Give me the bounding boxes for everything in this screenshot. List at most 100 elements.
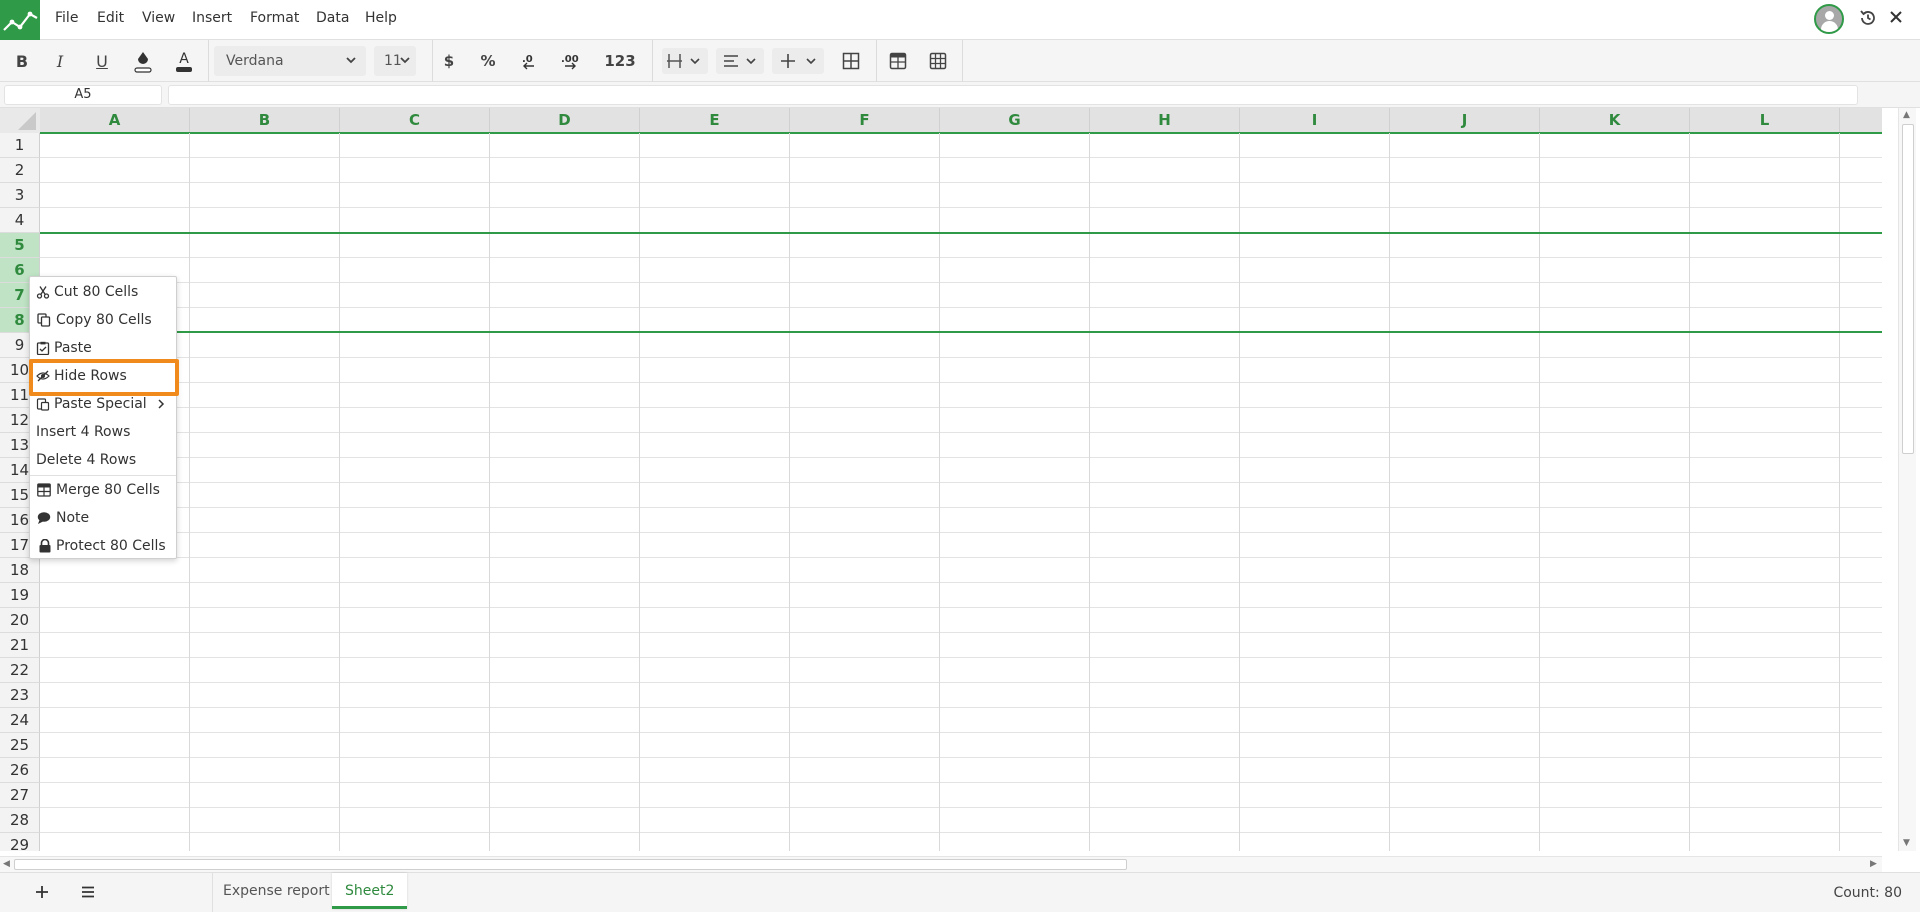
select-all-corner[interactable]: [0, 108, 40, 133]
row-header[interactable]: 3: [0, 183, 40, 208]
vertical-scroll-thumb[interactable]: [1902, 124, 1914, 454]
menu-insert[interactable]: Insert: [192, 10, 232, 26]
menu-divider: [30, 475, 176, 476]
chevron-down-icon: [400, 57, 410, 64]
paste-special-icon: [36, 398, 50, 411]
svg-text:.0: .0: [522, 54, 533, 65]
corner-triangle-icon: [18, 112, 36, 130]
menu-item-copy[interactable]: Copy 80 Cells: [30, 307, 176, 333]
column-header[interactable]: B: [190, 108, 340, 133]
row-header[interactable]: 23: [0, 683, 40, 708]
menu-item-note[interactable]: Note: [30, 505, 176, 531]
font-family-select[interactable]: Verdana: [214, 46, 366, 76]
menu-item-merge-cells[interactable]: Merge 80 Cells: [30, 477, 176, 503]
column-header[interactable]: K: [1540, 108, 1690, 133]
row-header[interactable]: 1: [0, 133, 40, 158]
column-header[interactable]: H: [1090, 108, 1240, 133]
app-logo: [0, 0, 40, 40]
font-family-value: Verdana: [226, 53, 284, 69]
row-header[interactable]: 2: [0, 158, 40, 183]
scroll-up-icon[interactable]: ▲: [1903, 110, 1910, 120]
menu-item-insert-rows[interactable]: Insert 4 Rows: [30, 419, 176, 445]
avatar[interactable]: [1814, 4, 1844, 34]
column-header[interactable]: [1840, 108, 1882, 133]
add-sheet-button[interactable]: [32, 879, 52, 905]
column-header[interactable]: L: [1690, 108, 1840, 133]
column-header[interactable]: C: [340, 108, 490, 133]
history-icon[interactable]: [1858, 8, 1878, 28]
menu-item-delete-rows[interactable]: Delete 4 Rows: [30, 447, 176, 473]
menu-help[interactable]: Help: [365, 10, 397, 26]
menu-file[interactable]: File: [55, 10, 78, 26]
row-header[interactable]: 29: [0, 833, 40, 851]
horizontal-scrollbar[interactable]: ◀ ▶: [0, 856, 1882, 872]
sheet-list-button[interactable]: [78, 879, 98, 905]
fill-color-button[interactable]: [132, 48, 154, 74]
row-header[interactable]: 4: [0, 208, 40, 233]
insert-table-button[interactable]: [887, 48, 909, 74]
percent-format-button[interactable]: %: [478, 48, 498, 74]
sheet-bar: Expense report Sheet2 Count: 80: [0, 872, 1920, 912]
borders-icon: [667, 54, 700, 68]
menu-view[interactable]: View: [142, 10, 175, 26]
column-header[interactable]: A: [40, 108, 190, 133]
sheet-tab-expense-report[interactable]: Expense report: [210, 873, 343, 909]
font-size-select[interactable]: 11: [374, 46, 416, 76]
close-icon[interactable]: [1888, 9, 1904, 25]
selection-count: Count: 80: [1833, 885, 1902, 901]
row-header[interactable]: 26: [0, 758, 40, 783]
decrease-decimal-button[interactable]: .0: [518, 48, 540, 74]
column-header[interactable]: F: [790, 108, 940, 133]
row-header[interactable]: 27: [0, 783, 40, 808]
row-header[interactable]: 24: [0, 708, 40, 733]
underline-button[interactable]: U: [92, 48, 112, 74]
menu-item-paste[interactable]: Paste: [30, 335, 176, 361]
row-header[interactable]: 25: [0, 733, 40, 758]
column-header[interactable]: J: [1390, 108, 1540, 133]
menu-format[interactable]: Format: [250, 10, 299, 26]
bold-button[interactable]: B: [12, 48, 32, 74]
vertical-align-dropdown[interactable]: [772, 48, 824, 74]
menu-item-paste-special[interactable]: Paste Special: [30, 391, 176, 417]
number-format-button[interactable]: 123: [600, 48, 640, 74]
row-header[interactable]: 28: [0, 808, 40, 833]
vertical-scrollbar[interactable]: ▲ ▼: [1898, 108, 1916, 851]
column-header[interactable]: E: [640, 108, 790, 133]
pivot-table-button[interactable]: [927, 48, 949, 74]
text-color-button[interactable]: A: [173, 48, 195, 74]
horizontal-scroll-thumb[interactable]: [14, 859, 1127, 870]
row-header[interactable]: 19: [0, 583, 40, 608]
increase-decimal-button[interactable]: .00: [559, 48, 583, 74]
menu-item-cut[interactable]: Cut 80 Cells: [30, 279, 176, 305]
sheet-tab-sheet2[interactable]: Sheet2: [332, 873, 408, 909]
merge-cells-button[interactable]: [840, 48, 862, 74]
scroll-down-icon[interactable]: ▼: [1903, 838, 1910, 848]
formula-input[interactable]: [168, 85, 1858, 105]
row-header[interactable]: 22: [0, 658, 40, 683]
menu-item-hide-rows[interactable]: Hide Rows: [30, 363, 176, 389]
currency-format-button[interactable]: $: [441, 48, 457, 74]
row-header[interactable]: 21: [0, 633, 40, 658]
chevron-right-icon: [158, 399, 165, 409]
italic-button[interactable]: I: [50, 48, 70, 74]
column-header[interactable]: I: [1240, 108, 1390, 133]
cell-reference-box[interactable]: A5: [4, 85, 162, 105]
align-dropdown[interactable]: [716, 48, 764, 74]
scroll-right-icon[interactable]: ▶: [1870, 859, 1877, 869]
scroll-left-icon[interactable]: ◀: [3, 859, 10, 869]
menu-edit[interactable]: Edit: [97, 10, 124, 26]
menu-item-label: Paste: [54, 340, 92, 356]
column-header[interactable]: D: [490, 108, 640, 133]
row-header[interactable]: 20: [0, 608, 40, 633]
context-menu: Cut 80 Cells Copy 80 Cells Paste Hide Ro…: [29, 276, 177, 559]
borders-dropdown[interactable]: [662, 48, 708, 74]
formula-bar: A5: [0, 82, 1920, 108]
row-header[interactable]: 18: [0, 558, 40, 583]
menu-bar: File Edit View Insert Format Data Help: [0, 0, 1920, 40]
menu-data[interactable]: Data: [316, 10, 349, 26]
column-header[interactable]: G: [940, 108, 1090, 133]
menu-item-protect-cells[interactable]: Protect 80 Cells: [30, 533, 176, 559]
row-header[interactable]: 5: [0, 233, 40, 258]
menu-item-label: Insert 4 Rows: [36, 424, 131, 440]
spreadsheet-grid[interactable]: ABCDEFGHIJKL 1 2 3 4 5 6 7 8 9 10 11 12 13 14 15 16 17 18…: [0, 108, 1882, 851]
